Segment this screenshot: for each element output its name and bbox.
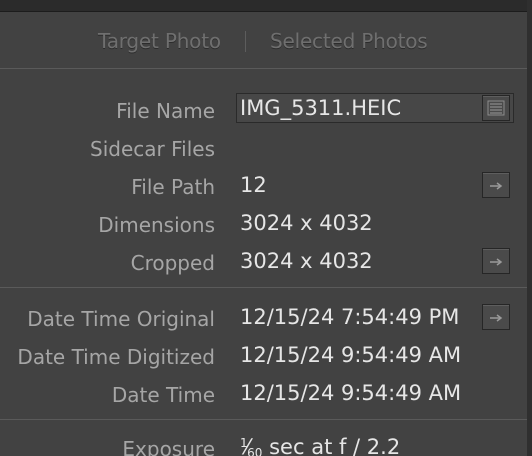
exposure-row: Exposure 1⁄60 sec at f / 2.2 xyxy=(0,431,527,456)
section-divider xyxy=(0,287,527,288)
arrow-right-icon xyxy=(490,258,503,266)
date-time-digitized-label: Date Time Digitized xyxy=(17,345,215,369)
section-divider xyxy=(0,419,527,420)
sidecar-files-label: Sidecar Files xyxy=(90,137,215,161)
cropped-value: 3024 x 4032 xyxy=(240,249,373,273)
dimensions-label: Dimensions xyxy=(98,213,215,237)
date-time-digitized-row: Date Time Digitized 12/15/24 9:54:49 AM xyxy=(0,339,527,377)
file-name-field[interactable]: IMG_5311.HEIC xyxy=(236,93,514,123)
edit-capture-time-button[interactable] xyxy=(482,304,510,330)
date-time-digitized-value: 12/15/24 9:54:49 AM xyxy=(240,343,462,367)
tab-target-photo[interactable]: Target Photo xyxy=(98,29,221,53)
file-name-options-button[interactable] xyxy=(482,95,510,121)
file-path-value: 12 xyxy=(240,173,267,197)
show-in-folder-button[interactable] xyxy=(482,172,510,198)
file-name-value[interactable]: IMG_5311.HEIC xyxy=(240,96,401,120)
panel-scrollbar-track[interactable] xyxy=(527,0,532,456)
arrow-right-icon xyxy=(490,182,503,190)
date-time-value: 12/15/24 9:54:49 AM xyxy=(240,381,462,405)
tab-selected-photos[interactable]: Selected Photos xyxy=(270,29,428,53)
exposure-label: Exposure xyxy=(122,437,215,456)
metadata-panel: Target Photo Selected Photos File Name I… xyxy=(0,0,532,456)
date-time-label: Date Time xyxy=(111,383,215,407)
cropped-row: Cropped 3024 x 4032 xyxy=(0,245,527,283)
arrow-right-icon xyxy=(490,314,503,322)
file-path-label: File Path xyxy=(131,175,215,199)
metadata-tabs: Target Photo Selected Photos xyxy=(0,12,527,69)
file-path-row: File Path 12 xyxy=(0,169,527,207)
list-icon xyxy=(487,100,505,116)
dimensions-row: Dimensions 3024 x 4032 xyxy=(0,207,527,245)
cropped-label: Cropped xyxy=(130,251,215,275)
exposure-rest: sec at f / 2.2 xyxy=(262,435,401,456)
dimensions-value: 3024 x 4032 xyxy=(240,211,373,235)
exposure-value: 1⁄60 sec at f / 2.2 xyxy=(240,435,400,456)
date-time-original-value: 12/15/24 7:54:49 PM xyxy=(240,305,460,329)
date-time-row: Date Time 12/15/24 9:54:49 AM xyxy=(0,377,527,415)
panel-top-strip xyxy=(0,0,532,12)
sidecar-files-row: Sidecar Files xyxy=(0,131,527,169)
file-name-label: File Name xyxy=(116,99,215,123)
date-time-original-row: Date Time Original 12/15/24 7:54:49 PM xyxy=(0,301,527,339)
tab-separator xyxy=(245,31,246,52)
file-name-row: File Name IMG_5311.HEIC xyxy=(0,93,527,131)
go-to-crop-button[interactable] xyxy=(482,248,510,274)
date-time-original-label: Date Time Original xyxy=(27,307,215,331)
exposure-denominator: 60 xyxy=(247,446,263,456)
